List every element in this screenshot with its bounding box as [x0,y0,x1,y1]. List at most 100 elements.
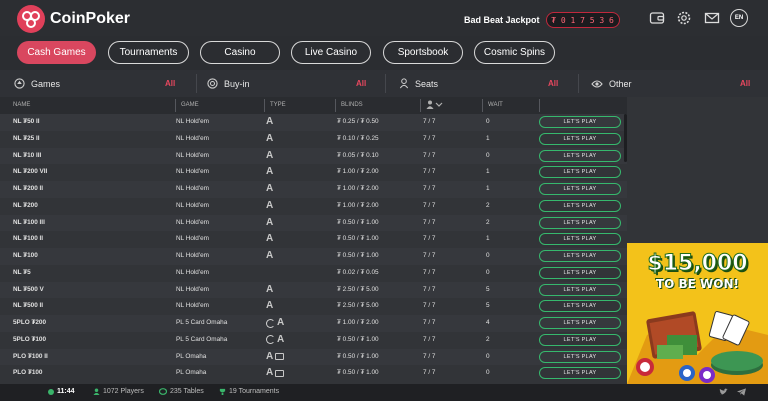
app-header: CoinPoker Bad Beat Jackpot ₮ 0 1 7 5 3 6… [0,0,768,36]
lets-play-button[interactable]: LET'S PLAY [539,132,621,145]
filter-games[interactable]: Games [14,70,60,97]
lets-play-button[interactable]: LET'S PLAY [539,250,621,262]
wait-count: 2 [486,335,490,343]
table-row[interactable]: NL ₮200 VII NL Hold'em A ₮ 1.00 / ₮ 2.00 7 /… [0,164,627,181]
table-body: NL ₮50 II NL Hold'em A ₮ 0.25 / ₮ 0.50 7 / 7… [0,114,627,384]
lets-play-button[interactable]: LET'S PLAY [539,233,621,246]
table-row[interactable]: 5PLO ₮200 PL 5 Card Omaha A ₮ 1.00 / ₮ 2.00… [0,315,627,332]
table-row[interactable]: 5PLO ₮100 PL 5 Card Omaha A ₮ 0.50 / ₮ 1.00… [0,331,627,349]
column-divider [264,99,265,112]
filter-seats-value[interactable]: All [548,79,558,88]
game-type: PL Omaha [176,369,207,377]
gear-icon[interactable] [676,10,692,26]
lets-play-button[interactable]: LET'S PLAY [539,317,621,329]
column-type[interactable]: TYPE [270,102,286,108]
filter-seats[interactable]: Seats [399,70,438,97]
table-row[interactable]: NL ₮200 II NL Hold'em A ₮ 1.00 / ₮ 2.00 7 / … [0,181,627,198]
lets-play-button[interactable]: LET'S PLAY [539,199,621,212]
tables-count: 235 Tables [170,388,204,395]
mail-icon[interactable] [704,10,720,26]
lets-play-button[interactable]: LET'S PLAY [539,266,621,279]
footer-players[interactable]: 1072 Players [93,388,144,395]
spin-icon [266,335,275,345]
seats: 7 / 7 [423,302,436,310]
table-row[interactable]: NL ₮50 II NL Hold'em A ₮ 0.25 / ₮ 0.50 7 / 7… [0,114,627,131]
filter-bar: Games All Buy-in All Seats All Other All [0,70,768,97]
banner-illustration [627,311,768,384]
spin-icon [266,318,275,328]
anonymous-table-icon: A [266,216,274,228]
game-type: NL Hold'em [176,201,209,209]
seats: 7 / 7 [423,201,436,209]
wallet-icon[interactable] [649,10,665,26]
blinds: ₮ 2.50 / ₮ 5.00 [337,302,379,310]
twitter-icon[interactable] [719,388,728,396]
table-type: A [266,116,273,128]
lets-play-button[interactable]: LET'S PLAY [539,149,621,162]
lets-play-button[interactable]: LET'S PLAY [539,183,621,195]
anonymous-table-icon: A [277,317,285,328]
table-row[interactable]: NL ₮5 NL Hold'em ₮ 0.02 / ₮ 0.05 7 / 7 0 LET'… [0,264,627,282]
lets-play-button[interactable]: LET'S PLAY [539,300,621,313]
lets-play-button[interactable]: LET'S PLAY [539,116,621,128]
table-row[interactable]: NL ₮100 III NL Hold'em A ₮ 0.50 / ₮ 1.00 7 /… [0,214,627,232]
filter-buy-in-value[interactable]: All [356,79,366,88]
table-row[interactable]: NL ₮10 III NL Hold'em A ₮ 0.05 / ₮ 0.10 7 / … [0,147,627,165]
table-name: 5PLO ₮200 [13,319,47,326]
trophy-icon [219,388,226,395]
table-name: NL ₮200 [13,201,38,209]
column-divider [539,99,540,112]
tab-cash-games[interactable]: Cash Games [17,41,96,64]
table-row[interactable]: NL ₮25 II NL Hold'em A ₮ 0.10 / ₮ 0.25 7 / 7… [0,130,627,148]
table-row[interactable]: PLO ₮100 PL Omaha A ₮ 0.50 / ₮ 1.00 7 / 7 0 LE… [0,365,627,382]
tab-tournaments[interactable]: Tournaments [108,41,189,64]
person-icon [399,78,409,89]
table-row[interactable]: NL ₮100 II NL Hold'em A ₮ 0.50 / ₮ 1.00 7 / … [0,231,627,248]
tab-casino[interactable]: Casino [200,41,280,64]
column-name[interactable]: NAME [13,102,30,108]
game-type: NL Hold'em [176,268,209,276]
table-row[interactable]: PLO ₮100 II PL Omaha A ₮ 0.50 / ₮ 1.00 7 / 7… [0,348,627,366]
filter-games-value[interactable]: All [165,79,175,88]
tab-live-casino[interactable]: Live Casino [291,41,371,64]
table-type: A [266,334,284,346]
players-icon [93,388,100,395]
column-wait[interactable]: WAIT [488,102,503,108]
lets-play-button[interactable]: LET'S PLAY [539,283,621,296]
telegram-icon[interactable] [737,388,746,396]
footer-tournaments[interactable]: 19 Tournaments [219,388,279,395]
table-row[interactable]: NL ₮200 NL Hold'em A ₮ 1.00 / ₮ 2.00 7 / 7 2 L… [0,197,627,215]
clock-time: 11:44 [57,388,75,395]
filter-other-value[interactable]: All [740,79,750,88]
blinds: ₮ 0.25 / ₮ 0.50 [337,118,379,125]
lets-play-button[interactable]: LET'S PLAY [539,333,621,346]
table-name: NL ₮500 V [13,285,44,293]
tab-cosmic-spins[interactable]: Cosmic Spins [474,41,555,64]
seats-sort-icon[interactable] [426,100,444,109]
table-row[interactable]: NL ₮100 NL Hold'em A ₮ 0.50 / ₮ 1.00 7 / 7 0 L… [0,248,627,265]
filter-divider [196,74,197,93]
lets-play-button[interactable]: LET'S PLAY [539,350,621,363]
side-panel [627,97,768,243]
table-row[interactable]: NL ₮500 II NL Hold'em A ₮ 2.50 / ₮ 5.00 7 / … [0,298,627,315]
wait-count: 0 [486,352,490,360]
game-type: PL Omaha [176,352,207,360]
filter-other[interactable]: Other [591,70,632,97]
tab-sportsbook[interactable]: Sportsbook [383,41,463,64]
blinds: ₮ 1.00 / ₮ 2.00 [337,168,379,176]
promo-banner[interactable]: $15,000 TO BE WON! [627,243,768,384]
coinpoker-logo[interactable]: CoinPoker [16,4,130,34]
seats: 7 / 7 [423,352,436,360]
language-selector[interactable]: EN [730,9,748,27]
lets-play-button[interactable]: LET'S PLAY [539,166,621,179]
footer-tables[interactable]: 235 Tables [159,388,204,395]
table-row[interactable]: NL ₮500 V NL Hold'em A ₮ 2.50 / ₮ 5.00 7 / 7… [0,281,627,299]
lets-play-button[interactable]: LET'S PLAY [539,367,621,380]
column-game[interactable]: GAME [181,102,199,108]
filter-buy-in[interactable]: Buy-in [207,70,250,97]
column-blinds[interactable]: BLINDS [341,102,363,108]
table-type: A [266,367,285,379]
wait-count: 0 [486,369,490,377]
lets-play-button[interactable]: LET'S PLAY [539,216,621,229]
game-type: NL Hold'em [176,218,209,226]
